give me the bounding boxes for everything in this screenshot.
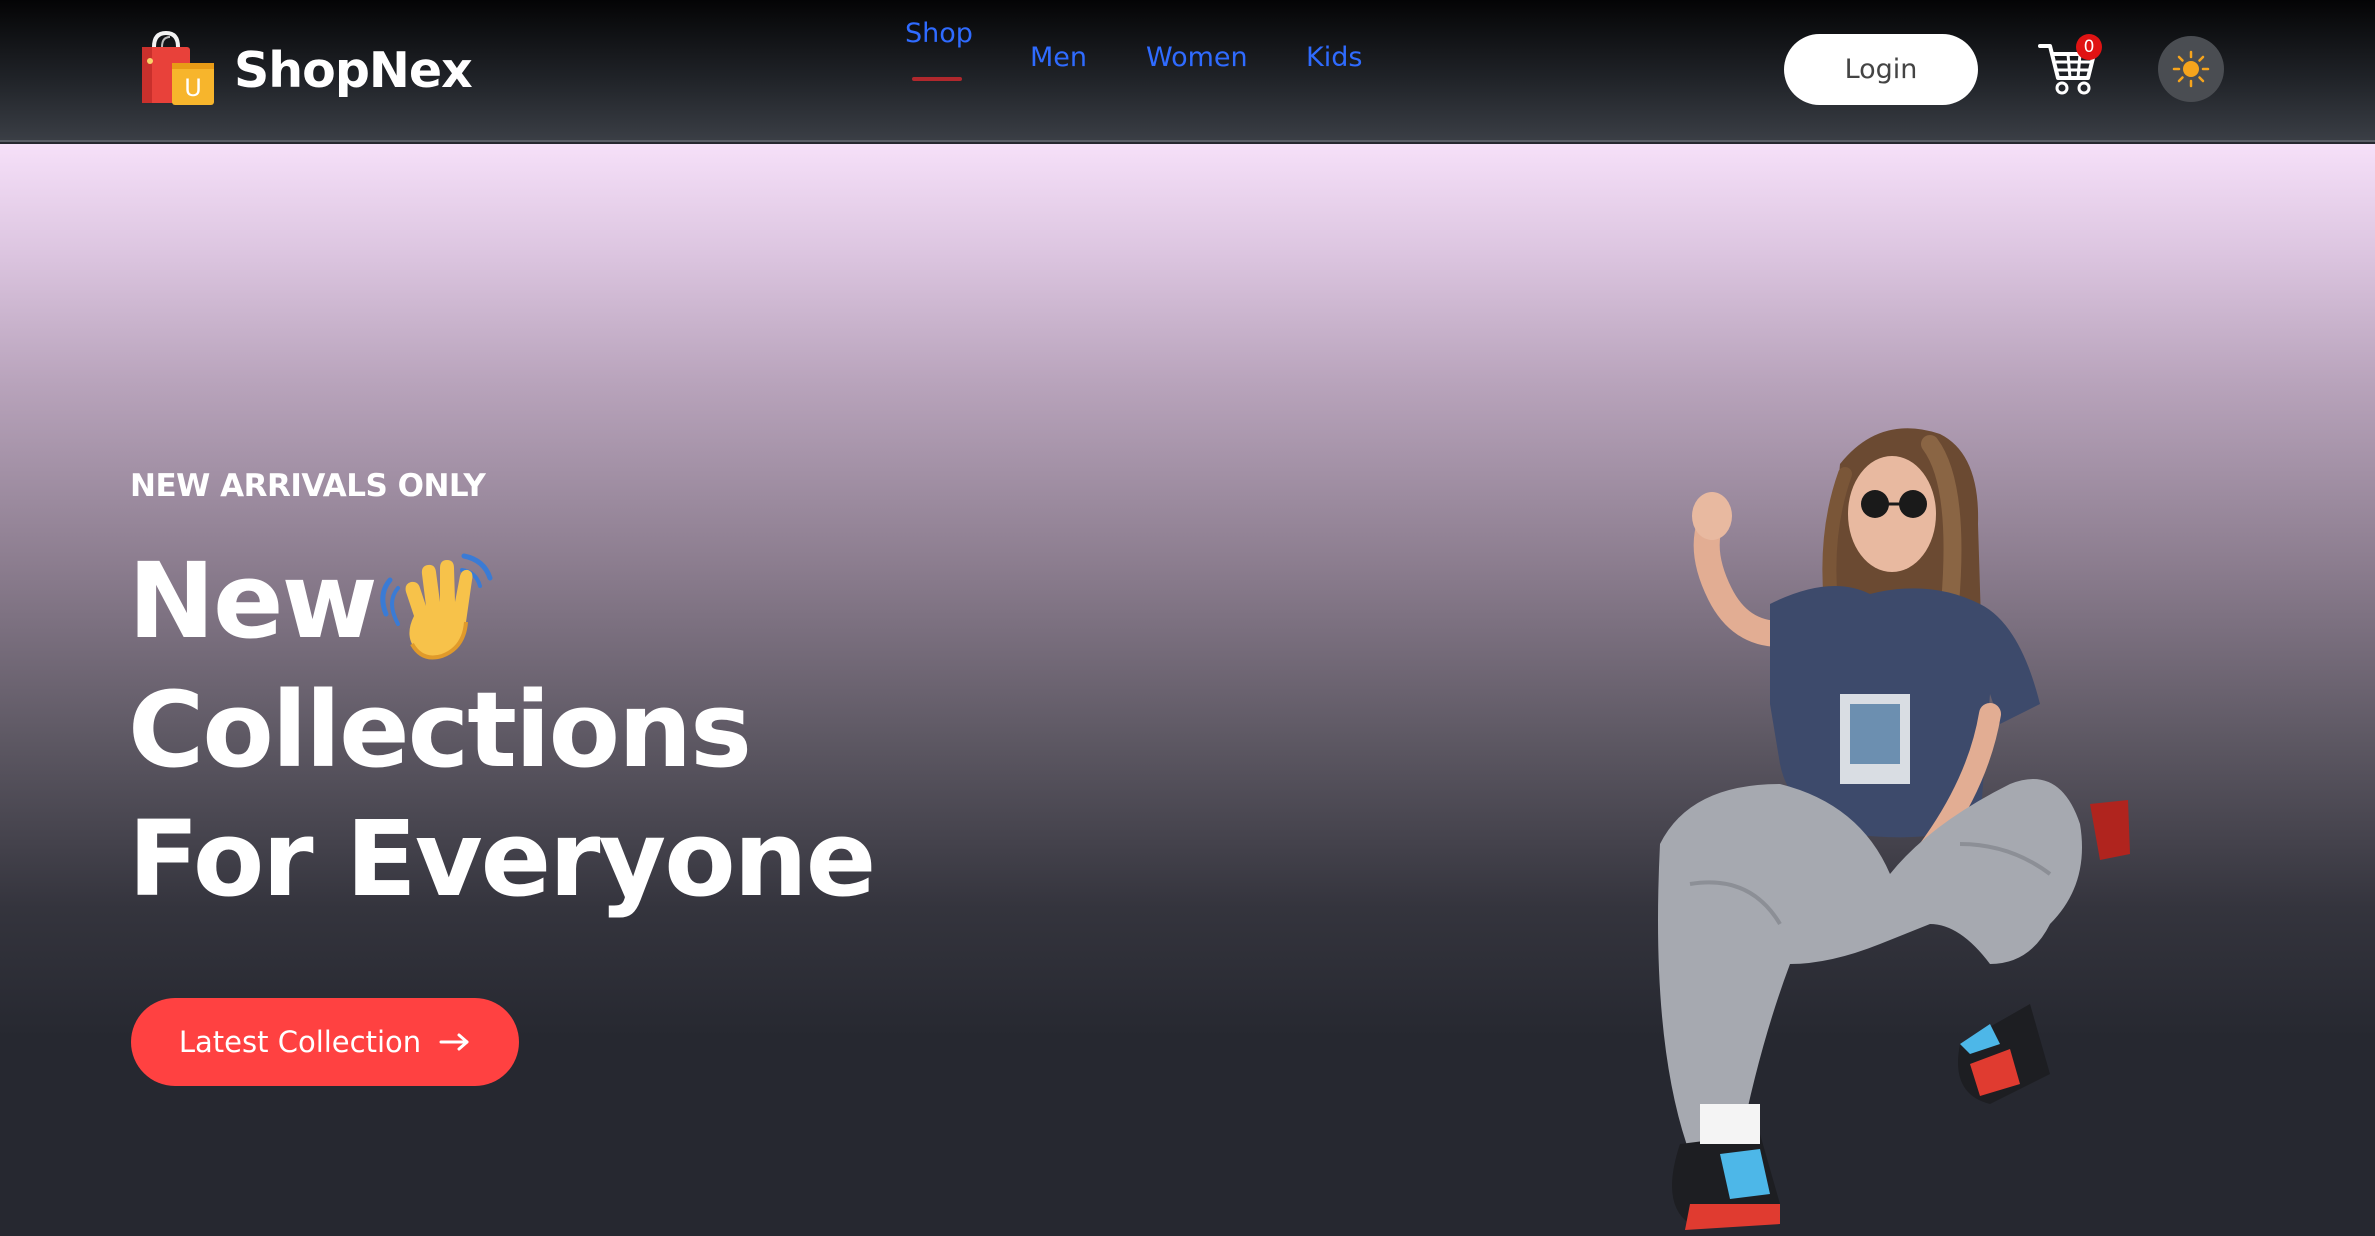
hero-model-image [1630,404,2270,1236]
waving-hand-icon [376,544,502,670]
hero-title-line-2: Collections [128,669,752,791]
nav-link-kids[interactable]: Kids [1306,42,1362,73]
nav-active-underline [912,77,962,81]
shopping-bag-icon: U [138,30,218,109]
hero-eyebrow: NEW ARRIVALS ONLY [130,468,486,504]
hero-title-line-3: For Everyone [128,798,876,920]
navbar: U ShopNex Shop Men Women Kids Login 0 [0,0,2375,142]
hero-section: NEW ARRIVALS ONLY New Collections For Ev… [0,144,2375,1236]
latest-collection-button[interactable]: Latest Collection [131,998,519,1086]
sun-icon [2172,50,2210,88]
hero-title-line-1: New [128,540,378,662]
nav-link-women[interactable]: Women [1146,42,1248,73]
nav-link-men[interactable]: Men [1030,42,1087,73]
logo-letter: U [184,74,202,102]
brand[interactable]: U ShopNex [138,30,473,110]
login-button[interactable]: Login [1784,34,1978,105]
arrow-right-icon [439,1033,469,1051]
nav-link-shop[interactable]: Shop [905,18,973,49]
cta-label: Latest Collection [178,1025,422,1059]
cart-count-badge: 0 [2076,34,2102,60]
brand-name: ShopNex [234,41,473,99]
theme-toggle-button[interactable] [2158,36,2224,102]
